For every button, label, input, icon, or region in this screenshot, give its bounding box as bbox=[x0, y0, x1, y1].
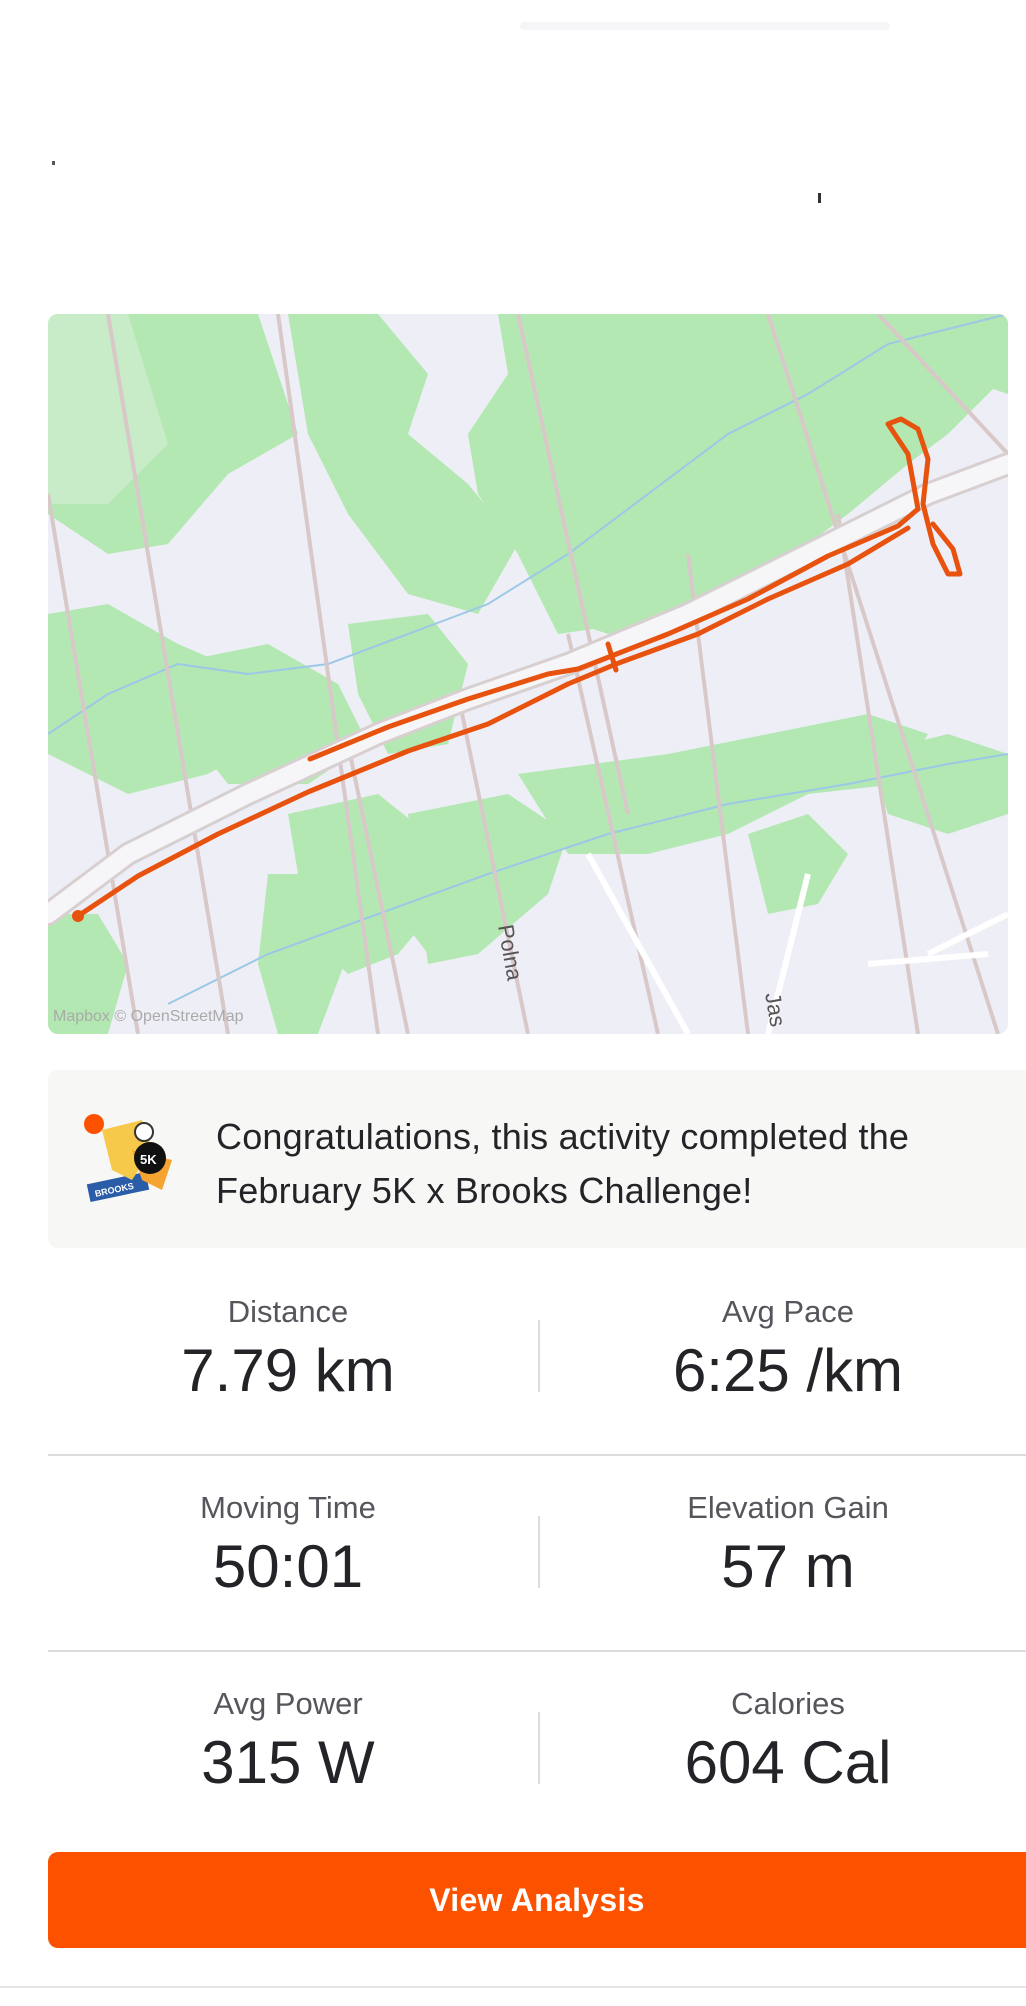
stat-value: 57 m bbox=[721, 1533, 855, 1600]
sheet-top bbox=[0, 0, 1026, 6]
stat-value: 315 W bbox=[201, 1729, 375, 1796]
stat-elevation-gain: Elevation Gain 57 m bbox=[548, 1456, 1026, 1650]
decorative-mark bbox=[818, 193, 821, 203]
stat-label: Distance bbox=[227, 1294, 349, 1329]
map-canvas: Polna Jas Mapbox © OpenStreetMap bbox=[48, 314, 1008, 1034]
stats-row: Avg Power 315 W Calories 604 Cal bbox=[48, 1650, 1026, 1846]
stat-divider bbox=[538, 1712, 540, 1784]
view-analysis-button[interactable]: View Analysis bbox=[48, 1852, 1026, 1948]
stat-value: 7.79 km bbox=[181, 1337, 395, 1404]
stats-row: Distance 7.79 km Avg Pace 6:25 /km bbox=[48, 1260, 1026, 1454]
stat-calories: Calories 604 Cal bbox=[548, 1652, 1026, 1846]
divider bbox=[0, 1986, 1026, 1988]
brooks-5k-badge-icon: BROOKS 5K bbox=[82, 1110, 182, 1210]
stat-value: 50:01 bbox=[212, 1533, 364, 1600]
stat-value: 604 Cal bbox=[684, 1729, 892, 1796]
map-attribution: Mapbox © OpenStreetMap bbox=[53, 1008, 244, 1025]
stat-label: Elevation Gain bbox=[687, 1490, 889, 1525]
challenge-message: Congratulations, this activity completed… bbox=[216, 1116, 910, 1211]
stats-grid: Distance 7.79 km Avg Pace 6:25 /km Movin… bbox=[48, 1260, 1026, 1846]
stat-divider bbox=[538, 1320, 540, 1392]
svg-text:5K: 5K bbox=[140, 1152, 157, 1167]
decorative-mark bbox=[52, 161, 55, 165]
stat-distance: Distance 7.79 km bbox=[48, 1260, 528, 1454]
challenge-banner[interactable]: BROOKS 5K Congratulations, this activity… bbox=[48, 1070, 1026, 1248]
stat-label: Avg Power bbox=[213, 1686, 363, 1721]
stat-label: Avg Pace bbox=[721, 1294, 855, 1329]
stat-moving-time: Moving Time 50:01 bbox=[48, 1456, 528, 1650]
drag-handle[interactable] bbox=[520, 22, 890, 30]
stat-label: Moving Time bbox=[200, 1490, 376, 1525]
stat-label: Calories bbox=[731, 1686, 845, 1721]
activity-map[interactable]: Polna Jas Mapbox © OpenStreetMap bbox=[48, 314, 1008, 1034]
stat-avg-power: Avg Power 315 W bbox=[48, 1652, 528, 1846]
stat-value: 6:25 /km bbox=[672, 1337, 904, 1404]
stats-row: Moving Time 50:01 Elevation Gain 57 m bbox=[48, 1454, 1026, 1650]
stat-divider bbox=[538, 1516, 540, 1588]
stat-avg-pace: Avg Pace 6:25 /km bbox=[548, 1260, 1026, 1454]
